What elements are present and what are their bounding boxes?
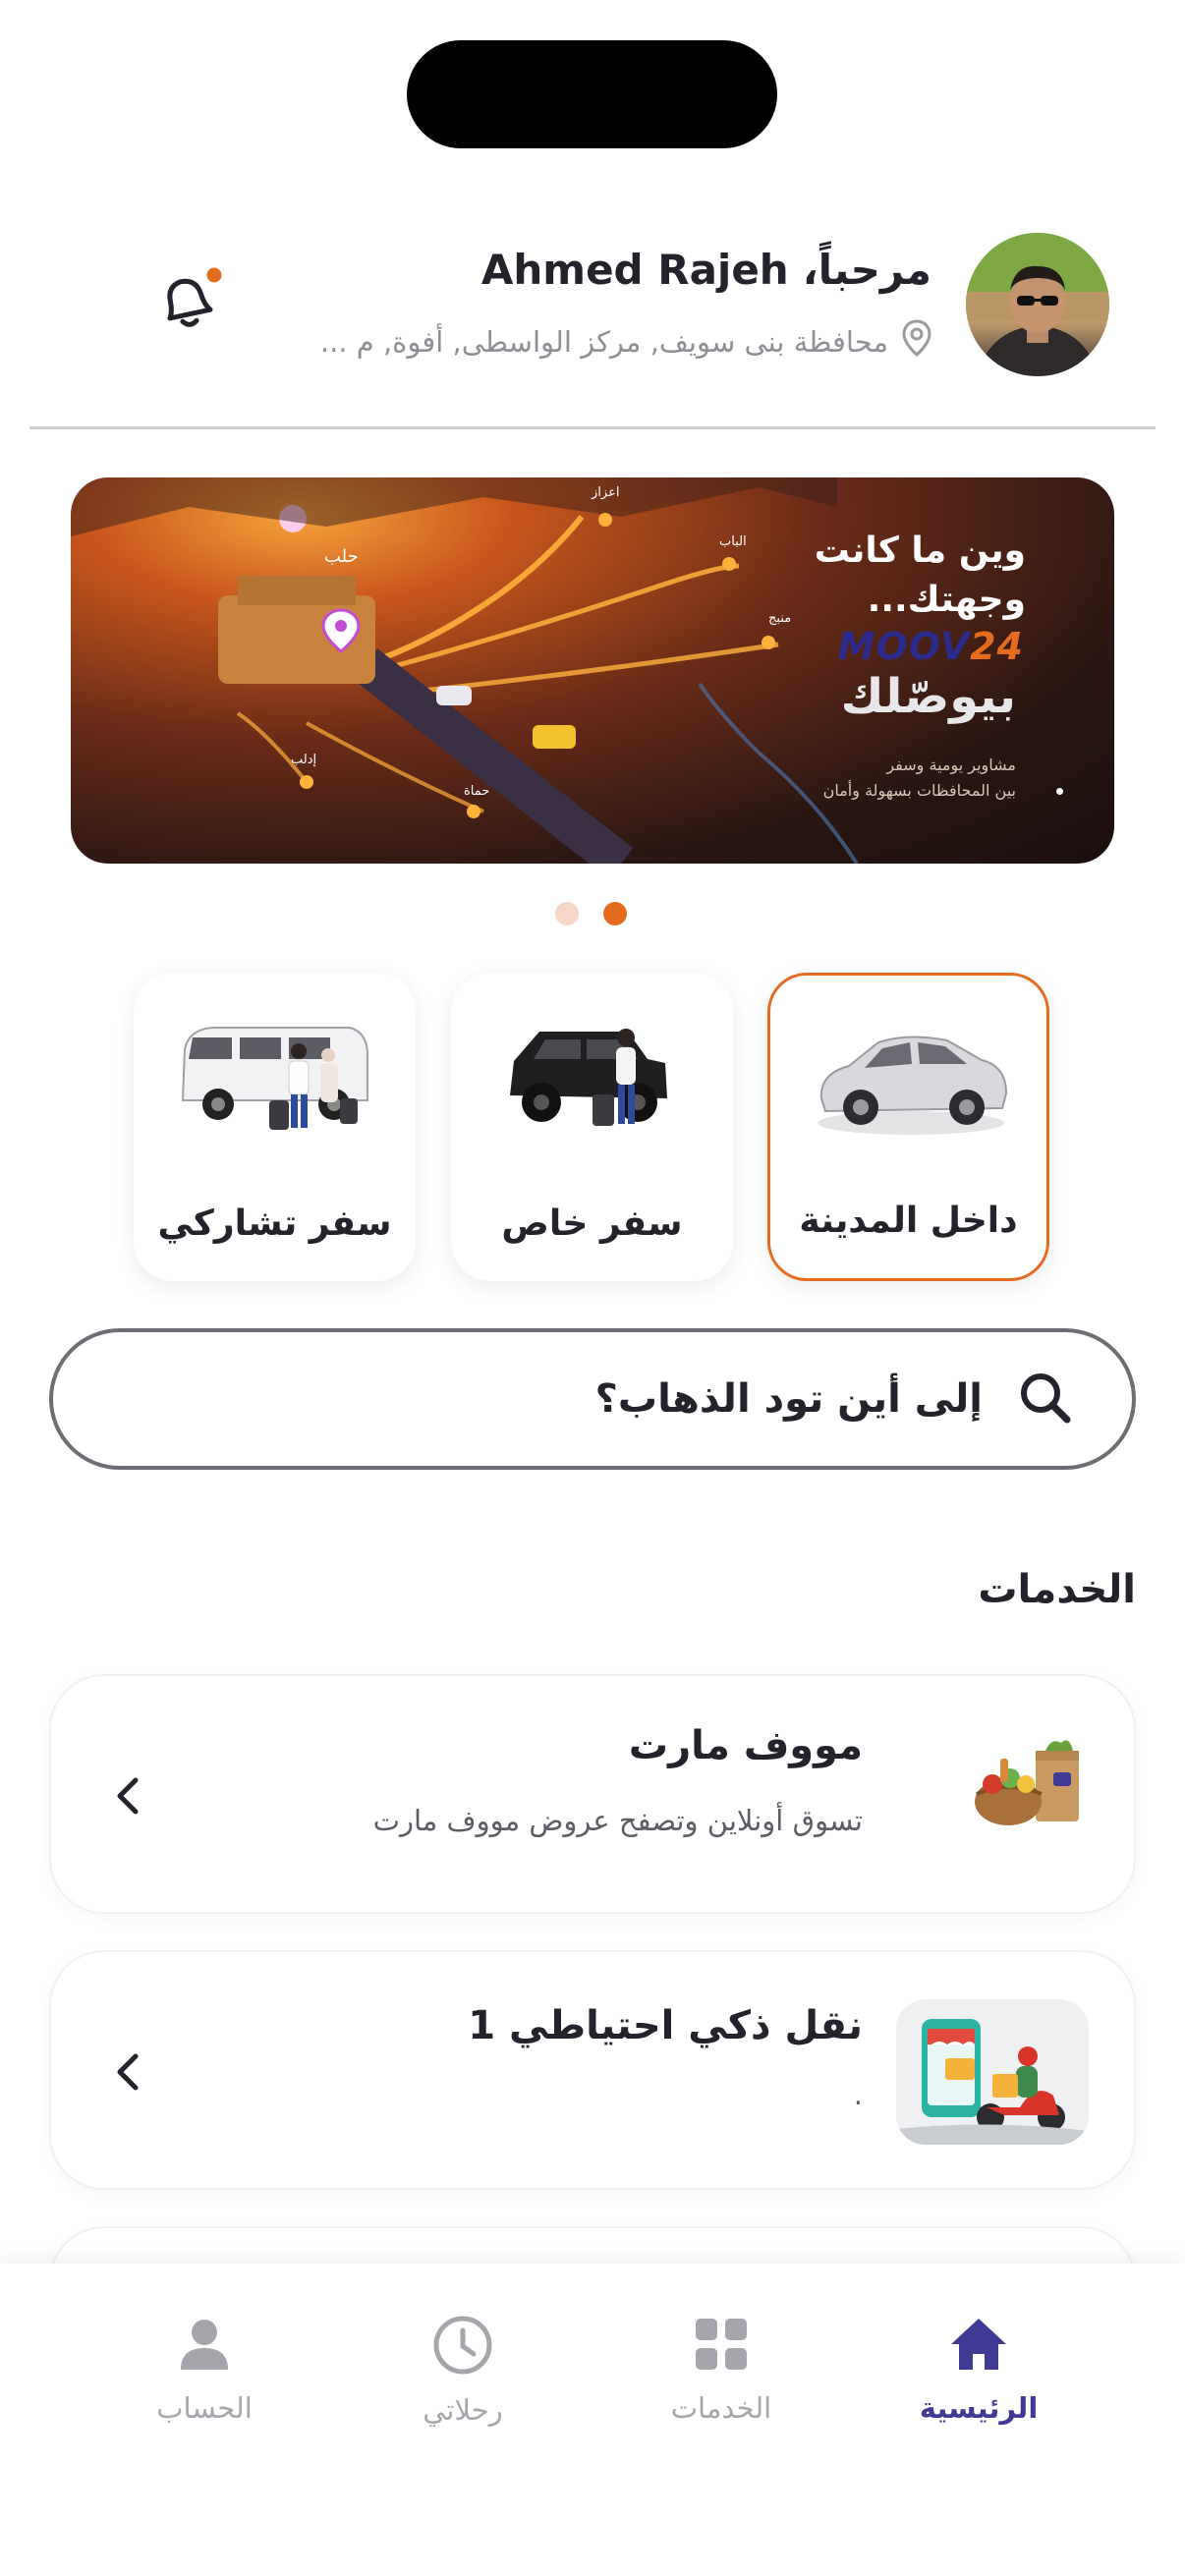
user-name: Ahmed Rajeh bbox=[480, 246, 789, 294]
logo-text: MOOV bbox=[837, 625, 971, 668]
service-subtitle: . bbox=[853, 2078, 863, 2111]
location-row[interactable]: محافظة بنى سويف, مركز الواسطى, أفوة, م .… bbox=[320, 319, 931, 364]
banner-headline: وين ما كانت وجهتك... bbox=[815, 527, 1026, 625]
service-card-smart-transport[interactable]: نقل ذكي احتياطي 1 . bbox=[49, 1950, 1136, 2190]
greeting-label: مرحباً، bbox=[802, 246, 931, 294]
moov24-logo: MOOV24 bbox=[838, 625, 1024, 668]
location-text: محافظة بنى سويف, مركز الواسطى, أفوة, م .… bbox=[319, 324, 888, 359]
nav-label: رحلاتي bbox=[423, 2393, 503, 2427]
jeep-traveler-icon bbox=[510, 1029, 667, 1126]
nav-label: الرئيسية bbox=[919, 2391, 1039, 2425]
nav-services[interactable]: الخدمات bbox=[623, 2315, 819, 2425]
carousel-dot[interactable] bbox=[555, 902, 579, 925]
bell-icon[interactable] bbox=[147, 263, 226, 342]
ride-type-label: داخل المدينة bbox=[799, 1201, 1018, 1241]
service-title: مووف مارت bbox=[628, 1723, 863, 1768]
ride-type-city[interactable]: داخل المدينة bbox=[767, 973, 1049, 1281]
grid-icon bbox=[696, 2319, 747, 2370]
chevron-left-icon bbox=[106, 2043, 145, 2101]
nav-home[interactable]: الرئيسية bbox=[880, 2315, 1077, 2425]
nav-trips[interactable]: رحلاتي bbox=[365, 2315, 561, 2427]
carousel-dot-active[interactable] bbox=[603, 902, 627, 925]
ride-type-shared[interactable]: سفر تشاركي bbox=[134, 973, 416, 1281]
avatar[interactable] bbox=[966, 233, 1109, 376]
banner-city-label: الباب bbox=[719, 534, 747, 549]
ride-type-private[interactable]: سفر خاص bbox=[451, 973, 733, 1281]
van-travelers-icon bbox=[181, 1027, 368, 1130]
banner-city-label: حلب bbox=[324, 546, 359, 567]
sedan-car-icon bbox=[818, 1036, 1008, 1135]
chevron-left-icon bbox=[106, 1766, 145, 1825]
nav-label: الخدمات bbox=[670, 2391, 772, 2425]
banner-city-label: حماة bbox=[464, 784, 490, 799]
service-title: نقل ذكي احتياطي 1 bbox=[468, 2003, 863, 2048]
home-icon bbox=[951, 2319, 1006, 2370]
banner-tagline: بيوصّلك bbox=[840, 669, 1016, 724]
bottom-navigation: الرئيسية الخدمات رحلاتي الحساب bbox=[0, 2264, 1185, 2576]
banner-headline-line-2: وجهتك... bbox=[867, 580, 1026, 620]
search-icon bbox=[1016, 1369, 1073, 1429]
logo-number: 24 bbox=[970, 625, 1024, 668]
service-card-moov-mart[interactable]: مووف مارت تسوق أونلاين وتصفح عروض مووف م… bbox=[49, 1674, 1136, 1914]
delivery-scooter-icon bbox=[896, 1999, 1089, 2145]
dynamic-island bbox=[407, 40, 777, 148]
banner-headline-line-1: وين ما كانت bbox=[814, 531, 1026, 571]
banner-small-line-2: بين المحافظات بسهولة وأمان bbox=[822, 781, 1016, 800]
banner-city-label: إدلب bbox=[291, 753, 317, 767]
promo-banner[interactable]: حلب اعزاز الباب منبج إدلب حماة وين ما كا… bbox=[71, 477, 1114, 864]
banner-city-label: منبج bbox=[768, 611, 792, 626]
ride-type-label: سفر تشاركي bbox=[157, 1204, 392, 1244]
header-divider bbox=[29, 426, 1156, 429]
nav-account[interactable]: الحساب bbox=[106, 2315, 303, 2425]
clock-icon bbox=[433, 2316, 492, 2375]
grocery-basket-icon bbox=[971, 1733, 1089, 1841]
person-icon bbox=[181, 2320, 228, 2370]
notification-dot bbox=[203, 264, 225, 286]
banner-city-label: اعزاز bbox=[592, 485, 620, 500]
location-pin-icon bbox=[902, 319, 931, 364]
ride-type-label: سفر خاص bbox=[501, 1204, 683, 1244]
nav-label: الحساب bbox=[156, 2391, 253, 2425]
service-subtitle: تسوق أونلاين وتصفح عروض مووف مارت bbox=[372, 1804, 863, 1837]
banner-small-text: مشاوير يومية وسفر بين المحافظات بسهولة و… bbox=[823, 753, 1016, 804]
destination-search[interactable]: إلى أين تود الذهاب؟ bbox=[49, 1328, 1136, 1470]
greeting: مرحباً، Ahmed Rajeh bbox=[481, 246, 931, 294]
services-section-title: الخدمات bbox=[978, 1567, 1136, 1612]
banner-small-line-1: مشاوير يومية وسفر bbox=[886, 756, 1016, 774]
banner-sparkle bbox=[1056, 788, 1063, 795]
search-placeholder: إلى أين تود الذهاب؟ bbox=[594, 1376, 983, 1422]
